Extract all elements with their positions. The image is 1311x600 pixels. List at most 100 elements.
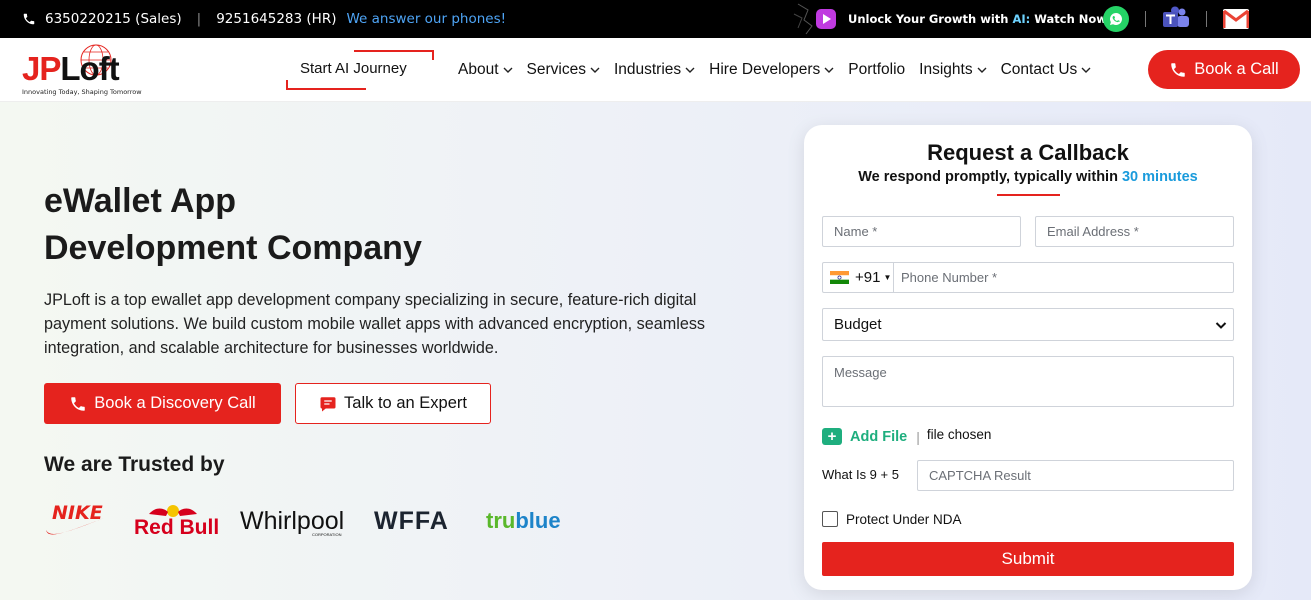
phone-icon bbox=[23, 13, 35, 25]
chevron-down-icon bbox=[1215, 321, 1227, 329]
file-status: file chosen bbox=[926, 427, 992, 442]
ai-promo-link[interactable]: Unlock Your Growth with AI: Watch Now bbox=[790, 0, 1107, 38]
captcha-question: What Is 9 + 5 bbox=[822, 467, 899, 482]
phone-icon bbox=[1171, 62, 1186, 77]
nav-item-services[interactable]: Services bbox=[527, 61, 600, 79]
hero-description: JPLoft is a top ewallet app development … bbox=[44, 291, 706, 357]
social-links bbox=[1103, 0, 1249, 38]
subtitle-prefix: We respond promptly, typically within bbox=[858, 169, 1118, 185]
name-field[interactable]: Name * bbox=[822, 216, 1021, 247]
name-placeholder: Name * bbox=[834, 224, 878, 239]
add-file-icon[interactable]: + bbox=[822, 428, 842, 445]
logo-loft: Loft bbox=[60, 50, 119, 87]
subtitle-highlight: 30 minutes bbox=[1121, 169, 1198, 185]
title-line-2: Development Company bbox=[44, 229, 422, 267]
nav-item-about[interactable]: About bbox=[458, 61, 513, 79]
jploft-logo[interactable]: JPLoft Innovating Today, Shaping Tomorro… bbox=[20, 42, 160, 98]
captcha-placeholder: CAPTCHA Result bbox=[929, 468, 1031, 483]
wffa-logo: WFFA bbox=[374, 500, 449, 542]
nav-item-label: Services bbox=[526, 61, 586, 78]
nda-checkbox[interactable] bbox=[822, 511, 838, 527]
trueblue-text-b: blue bbox=[515, 508, 561, 533]
gmail-icon[interactable] bbox=[1223, 9, 1249, 29]
form-title: Request a Callback bbox=[927, 140, 1129, 165]
nav-item-label: Industries bbox=[613, 61, 682, 78]
discovery-label: Book a Discovery Call bbox=[94, 394, 256, 412]
trueblue-logo: tru blue bbox=[486, 500, 561, 542]
expert-label: Talk to an Expert bbox=[344, 394, 467, 412]
decorative-line bbox=[432, 50, 434, 60]
book-discovery-call-button[interactable]: Book a Discovery Call bbox=[44, 383, 281, 424]
submit-label: Submit bbox=[1001, 549, 1055, 568]
nav-item-portfolio[interactable]: Portfolio bbox=[848, 61, 905, 79]
brand-logos: NIKE Red Bull Whirlpool CORPORATION WFFA… bbox=[44, 500, 604, 542]
nav-item-hire-developers[interactable]: Hire Developers bbox=[709, 61, 834, 79]
logo-jp: JP bbox=[22, 50, 61, 87]
separator bbox=[1145, 11, 1146, 27]
nav-menu: About Services Industries Hire Developer… bbox=[458, 38, 1105, 102]
callback-form: Request a Callback We respond promptly, … bbox=[804, 125, 1252, 590]
nav-item-contact-us[interactable]: Contact Us bbox=[1001, 61, 1092, 79]
india-flag-icon bbox=[830, 271, 849, 284]
message-placeholder: Message bbox=[834, 365, 887, 380]
promo-prefix: Unlock Your Growth with bbox=[848, 12, 1009, 26]
contact-strip: 6350220215 (Sales) | 9251645283 (HR) We … bbox=[22, 0, 506, 38]
separator bbox=[1206, 11, 1207, 27]
chevron-down-icon bbox=[977, 67, 987, 73]
start-ai-journey-link[interactable]: Start AI Journey bbox=[286, 50, 434, 90]
nav-item-insights[interactable]: Insights bbox=[919, 61, 987, 79]
decorative-line bbox=[286, 88, 366, 90]
sales-phone-link[interactable]: 6350220215 (Sales) bbox=[45, 11, 182, 27]
whirlpool-sub: CORPORATION bbox=[312, 532, 342, 537]
nav-item-industries[interactable]: Industries bbox=[614, 61, 695, 79]
captcha-input[interactable]: CAPTCHA Result bbox=[917, 460, 1234, 491]
redbull-logo: Red Bull bbox=[134, 500, 219, 542]
main-navigation: JPLoft Innovating Today, Shaping Tomorro… bbox=[0, 38, 1311, 102]
nike-text: NIKE bbox=[52, 502, 103, 524]
message-textarea[interactable]: Message bbox=[822, 356, 1234, 407]
play-icon bbox=[793, 3, 836, 35]
teams-icon[interactable] bbox=[1162, 6, 1190, 32]
bulls-icon bbox=[149, 505, 197, 517]
trueblue-text-a: tru bbox=[486, 508, 516, 533]
trusted-heading: We are Trusted by bbox=[44, 453, 225, 476]
nav-item-label: Portfolio bbox=[848, 61, 906, 78]
nda-checkbox-row[interactable]: Protect Under NDA bbox=[822, 511, 962, 527]
country-code-select[interactable]: +91 ▼ bbox=[823, 263, 894, 292]
nav-item-label: About bbox=[458, 61, 499, 78]
phone-field: +91 ▼ Phone Number * bbox=[822, 262, 1234, 293]
chevron-down-icon bbox=[1081, 67, 1091, 73]
add-file-button[interactable]: Add File bbox=[850, 429, 907, 445]
talk-to-expert-button[interactable]: Talk to an Expert bbox=[295, 383, 491, 424]
title-line-1: eWallet App bbox=[44, 182, 237, 220]
hr-phone-link[interactable]: 9251645283 (HR) bbox=[216, 11, 336, 27]
chevron-down-icon bbox=[503, 67, 513, 73]
budget-value: Budget bbox=[834, 316, 882, 333]
chevron-down-icon bbox=[685, 67, 695, 73]
nike-logo: NIKE bbox=[44, 500, 104, 542]
decorative-line bbox=[354, 50, 434, 52]
submit-button[interactable]: Submit bbox=[822, 542, 1234, 576]
whatsapp-icon[interactable] bbox=[1103, 6, 1129, 32]
email-field[interactable]: Email Address * bbox=[1035, 216, 1234, 247]
nav-item-label: Contact Us bbox=[1000, 61, 1078, 78]
logo-tagline: Innovating Today, Shaping Tomorrow bbox=[22, 88, 142, 96]
form-subtitle: We respond promptly, typically within 30… bbox=[804, 169, 1252, 185]
file-upload: + Add File | file chosen bbox=[822, 427, 992, 445]
title-underline bbox=[997, 194, 1060, 196]
book-call-label: Book a Call bbox=[1194, 60, 1279, 78]
book-a-call-button[interactable]: Book a Call bbox=[1148, 50, 1300, 89]
promo-suffix: Watch Now bbox=[1034, 12, 1107, 26]
separator: | bbox=[916, 428, 920, 445]
chevron-down-icon bbox=[590, 67, 600, 73]
promo-ai: AI: bbox=[1012, 12, 1031, 26]
phone-input[interactable]: Phone Number * bbox=[894, 270, 997, 285]
answer-note: We answer our phones! bbox=[346, 11, 507, 27]
nda-label: Protect Under NDA bbox=[846, 511, 962, 527]
phone-icon bbox=[71, 396, 86, 411]
whirlpool-logo: Whirlpool CORPORATION bbox=[240, 500, 344, 542]
budget-select[interactable]: Budget bbox=[822, 308, 1234, 341]
separator: | bbox=[196, 11, 202, 27]
logo-wordmark: JPLoft bbox=[22, 50, 120, 88]
wffa-text: WFFA bbox=[374, 506, 449, 535]
